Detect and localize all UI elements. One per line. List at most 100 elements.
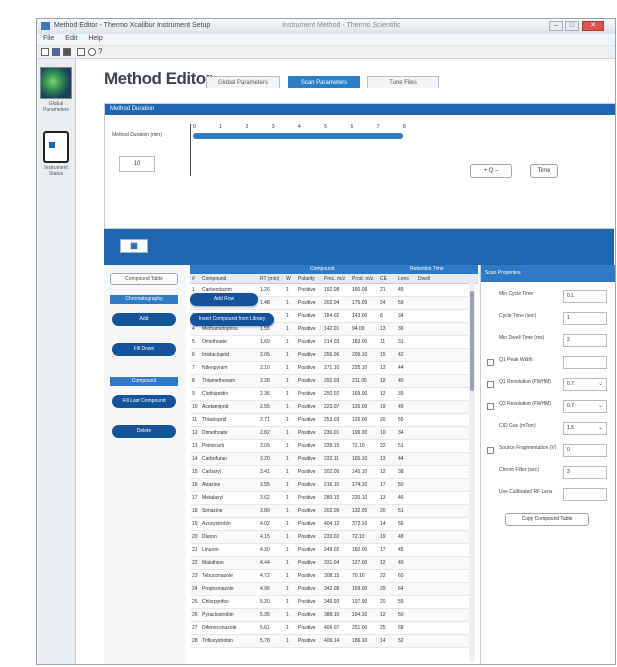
table-cell[interactable]: 175.03 <box>352 300 367 306</box>
table-cell[interactable]: Positive <box>298 508 316 514</box>
table-cell[interactable]: 44 <box>398 365 404 371</box>
question-icon[interactable]: ? <box>98 48 106 56</box>
table-cell[interactable]: 17 <box>192 495 198 501</box>
table-cell[interactable]: Positive <box>298 625 316 631</box>
open-icon[interactable] <box>52 48 60 56</box>
table-cell[interactable]: 1 <box>286 547 289 553</box>
table-cell[interactable]: 15 <box>380 352 386 358</box>
table-cell[interactable]: 197.90 <box>352 599 367 605</box>
tab-tune-files[interactable]: Tune Files <box>367 76 439 88</box>
table-cell[interactable]: 10 <box>380 430 386 436</box>
column-header[interactable]: Prec. m/z <box>324 276 345 282</box>
table-cell[interactable]: Chlorpyrifos <box>202 599 258 605</box>
table-cell[interactable]: 404.12 <box>324 521 339 527</box>
table-cell[interactable]: 4.30 <box>260 547 270 553</box>
table-row[interactable]: 26 Pyraclostrobin 5.35 1 Positive 388.10 194.1… <box>190 609 470 622</box>
table-cell[interactable]: 5.78 <box>260 638 270 644</box>
table-cell[interactable]: 342.08 <box>324 586 339 592</box>
table-row[interactable]: 21 Linuron 4.30 1 Positive 249.02 160.00 17 45 <box>190 544 470 557</box>
table-cell[interactable]: 3.20 <box>260 456 270 462</box>
table-cell[interactable]: 60 <box>398 573 404 579</box>
table-cell[interactable]: 27 <box>192 625 198 631</box>
table-cell[interactable]: 5.20 <box>260 599 270 605</box>
table-cell[interactable]: 17 <box>380 482 386 488</box>
add-row-button[interactable]: Add Row <box>190 293 258 306</box>
table-cell[interactable]: 132.05 <box>352 508 367 514</box>
table-cell[interactable]: 186.10 <box>352 638 367 644</box>
table-cell[interactable]: 1 <box>286 638 289 644</box>
table-cell[interactable]: 36 <box>398 326 404 332</box>
table-cell[interactable]: 48 <box>398 534 404 540</box>
table-cell[interactable]: 230.01 <box>324 430 339 436</box>
table-cell[interactable]: 4.96 <box>260 586 270 592</box>
table-cell[interactable]: 13 <box>192 443 198 449</box>
table-row[interactable]: 12 Dimethoate 2.82 1 Positive 230.01 199.00 10 3… <box>190 427 470 440</box>
table-row[interactable]: 20 Diuron 4.15 1 Positive 233.02 72.10 19 48 <box>190 531 470 544</box>
table-cell[interactable]: 40 <box>398 378 404 384</box>
tab-global-parameters[interactable]: Global Parameters <box>206 76 280 88</box>
table-cell[interactable]: 52 <box>398 638 404 644</box>
table-cell[interactable]: 251.00 <box>352 625 367 631</box>
table-cell[interactable]: 1 <box>286 586 289 592</box>
table-row[interactable]: 25 Chlorpyrifos 5.20 1 Positive 349.93 197.90 2… <box>190 596 470 609</box>
column-header[interactable]: # <box>192 276 195 282</box>
table-row[interactable]: 22 Malathion 4.44 1 Positive 331.04 127.00 12 40 <box>190 557 470 570</box>
table-cell[interactable]: Thiacloprid <box>202 417 258 423</box>
table-cell[interactable]: 34 <box>398 430 404 436</box>
column-header[interactable]: Lens <box>398 276 409 282</box>
scroll-thumb[interactable] <box>470 291 474 391</box>
table-row[interactable]: 8 Thiamethoxam 2.28 1 Positive 292.03 211.05 12… <box>190 375 470 388</box>
table-cell[interactable]: 44 <box>398 456 404 462</box>
table-cell[interactable]: 6 <box>192 352 195 358</box>
table-cell[interactable]: 49 <box>398 404 404 410</box>
table-cell[interactable]: 11 <box>192 417 197 423</box>
table-cell[interactable]: 1 <box>286 599 289 605</box>
table-cell[interactable]: 28 <box>192 638 198 644</box>
table-cell[interactable]: Pirimicarb <box>202 443 258 449</box>
table-cell[interactable]: Dimethoate <box>202 430 258 436</box>
table-cell[interactable]: 184.02 <box>324 313 339 319</box>
property-input[interactable] <box>563 488 607 501</box>
table-cell[interactable]: 1 <box>286 287 289 293</box>
table-cell[interactable]: 70.10 <box>352 573 365 579</box>
table-cell[interactable]: 15 <box>192 469 198 475</box>
table-cell[interactable]: 72.10 <box>352 443 365 449</box>
table-cell[interactable]: Difenoconazole <box>202 625 258 631</box>
table-cell[interactable]: Imidacloprid <box>202 352 258 358</box>
fill-last-button[interactable]: Fill Last Compound <box>112 395 176 408</box>
table-cell[interactable]: 16 <box>192 482 198 488</box>
table-cell[interactable]: 72.10 <box>352 534 365 540</box>
table-cell[interactable]: 29 <box>380 586 386 592</box>
table-cell[interactable]: Positive <box>298 365 316 371</box>
table-cell[interactable]: 3.41 <box>260 469 270 475</box>
table-cell[interactable]: 14 <box>192 456 198 462</box>
table-cell[interactable]: 2.10 <box>260 365 270 371</box>
table-cell[interactable]: 1.55 <box>260 326 270 332</box>
table-cell[interactable]: 145.10 <box>352 469 367 475</box>
table-cell[interactable]: 19 <box>192 521 198 527</box>
table-row[interactable]: 17 Metalaxyl 3.62 1 Positive 280.15 220.10 13 46 <box>190 492 470 505</box>
table-cell[interactable]: 388.10 <box>324 612 339 618</box>
table-cell[interactable]: 13 <box>380 456 386 462</box>
table-cell[interactable]: 126.00 <box>352 404 367 410</box>
table-cell[interactable]: Clothianidin <box>202 391 258 397</box>
table-cell[interactable]: 1 <box>286 508 289 514</box>
table-cell[interactable]: 1 <box>286 417 289 423</box>
table-cell[interactable]: 3.62 <box>260 495 270 501</box>
table-cell[interactable]: Positive <box>298 495 316 501</box>
menu-help[interactable]: Help <box>82 34 107 42</box>
table-cell[interactable]: 160.00 <box>352 547 367 553</box>
duration-input[interactable]: 10 <box>119 156 155 172</box>
table-cell[interactable]: 10 <box>192 404 198 410</box>
table-cell[interactable]: 1 <box>286 443 289 449</box>
add-button[interactable]: Add <box>112 313 176 326</box>
property-input[interactable]: 0.1 <box>563 290 607 303</box>
table-cell[interactable]: 56 <box>398 521 404 527</box>
table-cell[interactable]: 406.07 <box>324 625 339 631</box>
property-input[interactable]: 0.7 ⌄ <box>563 378 607 391</box>
table-cell[interactable]: 23 <box>192 573 198 579</box>
table-cell[interactable]: 19 <box>380 404 386 410</box>
table-cell[interactable]: 409.14 <box>324 638 339 644</box>
table-cell[interactable]: 202.04 <box>324 300 339 306</box>
table-cell[interactable]: 250.02 <box>324 391 339 397</box>
